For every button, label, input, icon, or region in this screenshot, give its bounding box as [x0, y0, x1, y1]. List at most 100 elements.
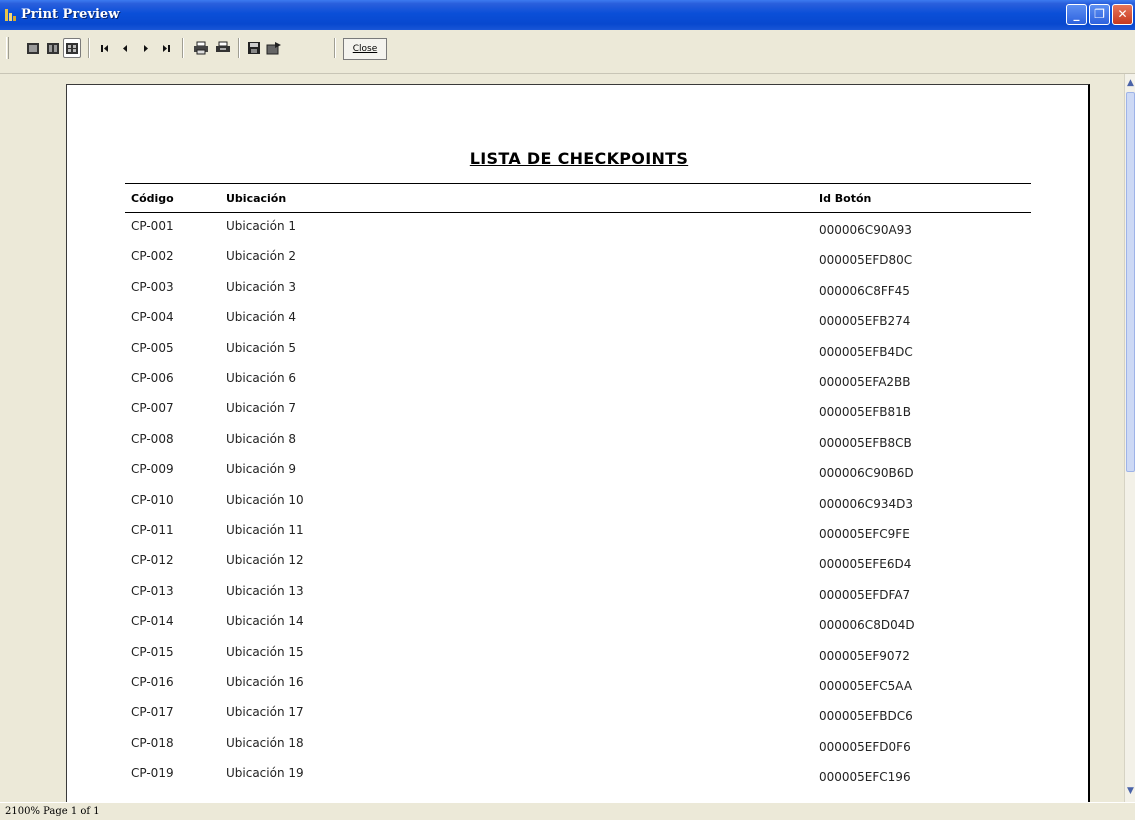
- cell-codigo: CP-014: [131, 614, 174, 629]
- table-row: CP-012 Ubicación 12 000005EFE6D4: [67, 553, 1091, 583]
- cell-ubicacion: Ubicación 17: [226, 705, 304, 720]
- cell-codigo: CP-007: [131, 401, 174, 416]
- cell-id-boton: 000005EFA2BB: [819, 375, 911, 389]
- close-window-button[interactable]: ✕: [1112, 4, 1133, 25]
- last-page-icon[interactable]: [157, 38, 175, 58]
- report-title: LISTA DE CHECKPOINTS: [469, 149, 689, 168]
- table-row: CP-004 Ubicación 4 000005EFB274: [67, 310, 1091, 340]
- cell-ubicacion: Ubicación 7: [226, 401, 297, 416]
- table-row: CP-011 Ubicación 11 000005EFC9FE: [67, 523, 1091, 553]
- window-title-bar[interactable]: Print Preview _ ❐ ✕: [0, 0, 1135, 30]
- cell-id-boton: 000005EFE6D4: [819, 557, 912, 572]
- cell-id-boton: 000005EFD80C: [819, 253, 913, 268]
- cell-id-boton: 000006C90A93: [819, 223, 912, 237]
- preview-toolbar: Close: [0, 30, 1135, 74]
- cell-codigo: CP-003: [131, 279, 174, 294]
- cell-id-boton: 000005EFC5AA: [819, 679, 913, 693]
- cell-codigo: CP-004: [131, 310, 174, 325]
- cell-ubicacion: Ubicación 3: [226, 279, 297, 294]
- table-row: CP-010 Ubicación 10 000006C934D3: [67, 493, 1091, 523]
- table-row: CP-001 Ubicación 1 000006C90A93: [67, 219, 1091, 249]
- cell-codigo: CP-011: [131, 523, 174, 537]
- table-row: CP-018 Ubicación 18 000005EFD0F6: [67, 736, 1091, 766]
- preview-area[interactable]: LISTA DE CHECKPOINTS Código Ubicación Id…: [0, 74, 1124, 802]
- cell-ubicacion: Ubicación 5: [226, 340, 297, 355]
- maximize-button[interactable]: ❐: [1089, 4, 1110, 25]
- column-header-ubicacion: Ubicación: [226, 192, 287, 205]
- window-title: Print Preview: [21, 7, 120, 22]
- cell-ubicacion: Ubicación 16: [226, 675, 304, 689]
- one-page-icon[interactable]: [24, 38, 42, 58]
- cell-id-boton: 000006C8FF45: [819, 283, 910, 298]
- cell-ubicacion: Ubicación 8: [226, 431, 297, 446]
- minimize-button[interactable]: _: [1066, 4, 1087, 25]
- toolbar-separator: [182, 38, 184, 58]
- cell-id-boton: 000005EFB8CB: [819, 435, 912, 450]
- cell-ubicacion: Ubicación 18: [226, 735, 304, 750]
- toolbar-separator: [88, 38, 90, 58]
- cell-ubicacion: Ubicación 13: [226, 583, 304, 598]
- cell-id-boton: 000006C90B6D: [819, 466, 914, 481]
- cell-codigo: CP-001: [131, 219, 174, 233]
- scroll-thumb[interactable]: [1126, 92, 1135, 472]
- multi-page-icon[interactable]: [63, 38, 81, 58]
- cell-id-boton: 000005EFC196: [819, 770, 911, 785]
- cell-ubicacion: Ubicación 9: [226, 462, 297, 477]
- status-text: 2100% Page 1 of 1: [5, 806, 100, 817]
- table-row: CP-019 Ubicación 19 000005EFC196: [67, 766, 1091, 796]
- save-icon[interactable]: [245, 38, 263, 58]
- table-row: CP-006 Ubicación 6 000005EFA2BB: [67, 371, 1091, 401]
- cell-id-boton: 000005EF9072: [819, 648, 910, 663]
- cell-id-boton: 000005EFB81B: [819, 405, 912, 420]
- toolbar-separator: [238, 38, 240, 58]
- table-row: CP-016 Ubicación 16 000005EFC5AA: [67, 675, 1091, 705]
- next-page-icon[interactable]: [137, 38, 155, 58]
- cell-codigo: CP-015: [131, 644, 174, 659]
- cell-codigo: CP-017: [131, 705, 174, 720]
- table-row: CP-002 Ubicación 2 000005EFD80C: [67, 249, 1091, 279]
- print-setup-icon[interactable]: [214, 38, 232, 58]
- header-bottom-rule: [125, 212, 1031, 213]
- print-icon[interactable]: [192, 38, 210, 58]
- cell-ubicacion: Ubicación 10: [226, 492, 304, 507]
- table-row: CP-005 Ubicación 5 000005EFB4DC: [67, 341, 1091, 371]
- cell-ubicacion: Ubicación 11: [226, 523, 304, 537]
- table-row: CP-017 Ubicación 17 000005EFBDC6: [67, 705, 1091, 735]
- table-row: CP-003 Ubicación 3 000006C8FF45: [67, 280, 1091, 310]
- cell-ubicacion: Ubicación 6: [226, 371, 297, 385]
- scroll-down-icon[interactable]: ▼: [1125, 784, 1135, 798]
- cell-ubicacion: Ubicación 19: [226, 766, 304, 781]
- cell-codigo: CP-006: [131, 371, 174, 385]
- cell-ubicacion: Ubicación 4: [226, 310, 297, 325]
- column-header-codigo: Código: [131, 192, 174, 205]
- cell-ubicacion: Ubicación 14: [226, 614, 304, 629]
- first-page-icon[interactable]: [96, 38, 114, 58]
- table-row: CP-014 Ubicación 14 000006C8D04D: [67, 614, 1091, 644]
- cell-ubicacion: Ubicación 1: [226, 219, 297, 233]
- table-row: CP-008 Ubicación 8 000005EFB8CB: [67, 432, 1091, 462]
- cell-id-boton: 000006C934D3: [819, 496, 913, 511]
- toolbar-grip[interactable]: [6, 37, 9, 59]
- toolbar-separator: [334, 38, 336, 58]
- cell-codigo: CP-016: [131, 675, 174, 689]
- cell-codigo: CP-018: [131, 735, 174, 750]
- cell-ubicacion: Ubicación 2: [226, 249, 297, 264]
- cell-codigo: CP-005: [131, 340, 174, 355]
- vertical-scrollbar[interactable]: ▲ ▼: [1124, 74, 1135, 802]
- table-row: CP-007 Ubicación 7 000005EFB81B: [67, 401, 1091, 431]
- cell-id-boton: 000005EFBDC6: [819, 709, 913, 724]
- column-header-id-boton: Id Botón: [819, 192, 872, 205]
- close-button[interactable]: Close: [343, 38, 387, 60]
- cell-codigo: CP-012: [131, 553, 174, 568]
- cell-codigo: CP-013: [131, 583, 174, 598]
- prev-page-icon[interactable]: [116, 38, 134, 58]
- scroll-up-icon[interactable]: ▲: [1125, 76, 1135, 90]
- cell-id-boton: 000005EFB4DC: [819, 344, 913, 359]
- report-page: LISTA DE CHECKPOINTS Código Ubicación Id…: [66, 84, 1090, 802]
- cell-codigo: CP-009: [131, 462, 174, 477]
- export-icon[interactable]: [265, 38, 283, 58]
- cell-id-boton: 000005EFDFA7: [819, 587, 911, 602]
- cell-id-boton: 000005EFD0F6: [819, 739, 911, 754]
- cell-id-boton: 000005EFB274: [819, 314, 911, 329]
- two-page-icon[interactable]: [44, 38, 62, 58]
